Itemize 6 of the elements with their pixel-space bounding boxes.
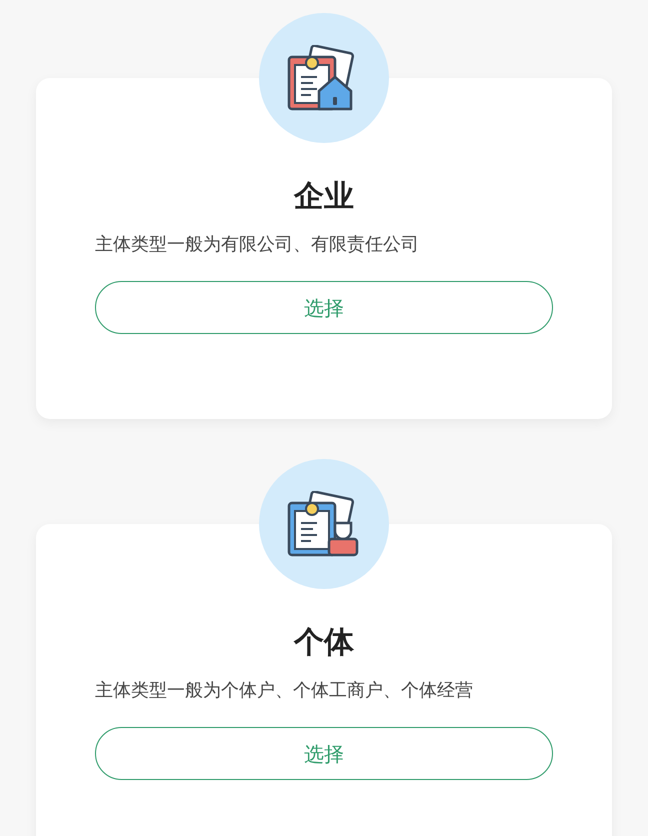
- card-title: 个体: [292, 625, 355, 661]
- select-button[interactable]: 选择: [95, 727, 553, 780]
- select-button[interactable]: 选择: [95, 281, 553, 334]
- card-description: 主体类型一般为个体户、个体工商户、个体经营: [95, 679, 474, 703]
- card-title: 企业: [292, 179, 355, 215]
- card-description: 主体类型一般为有限公司、有限责任公司: [95, 233, 420, 257]
